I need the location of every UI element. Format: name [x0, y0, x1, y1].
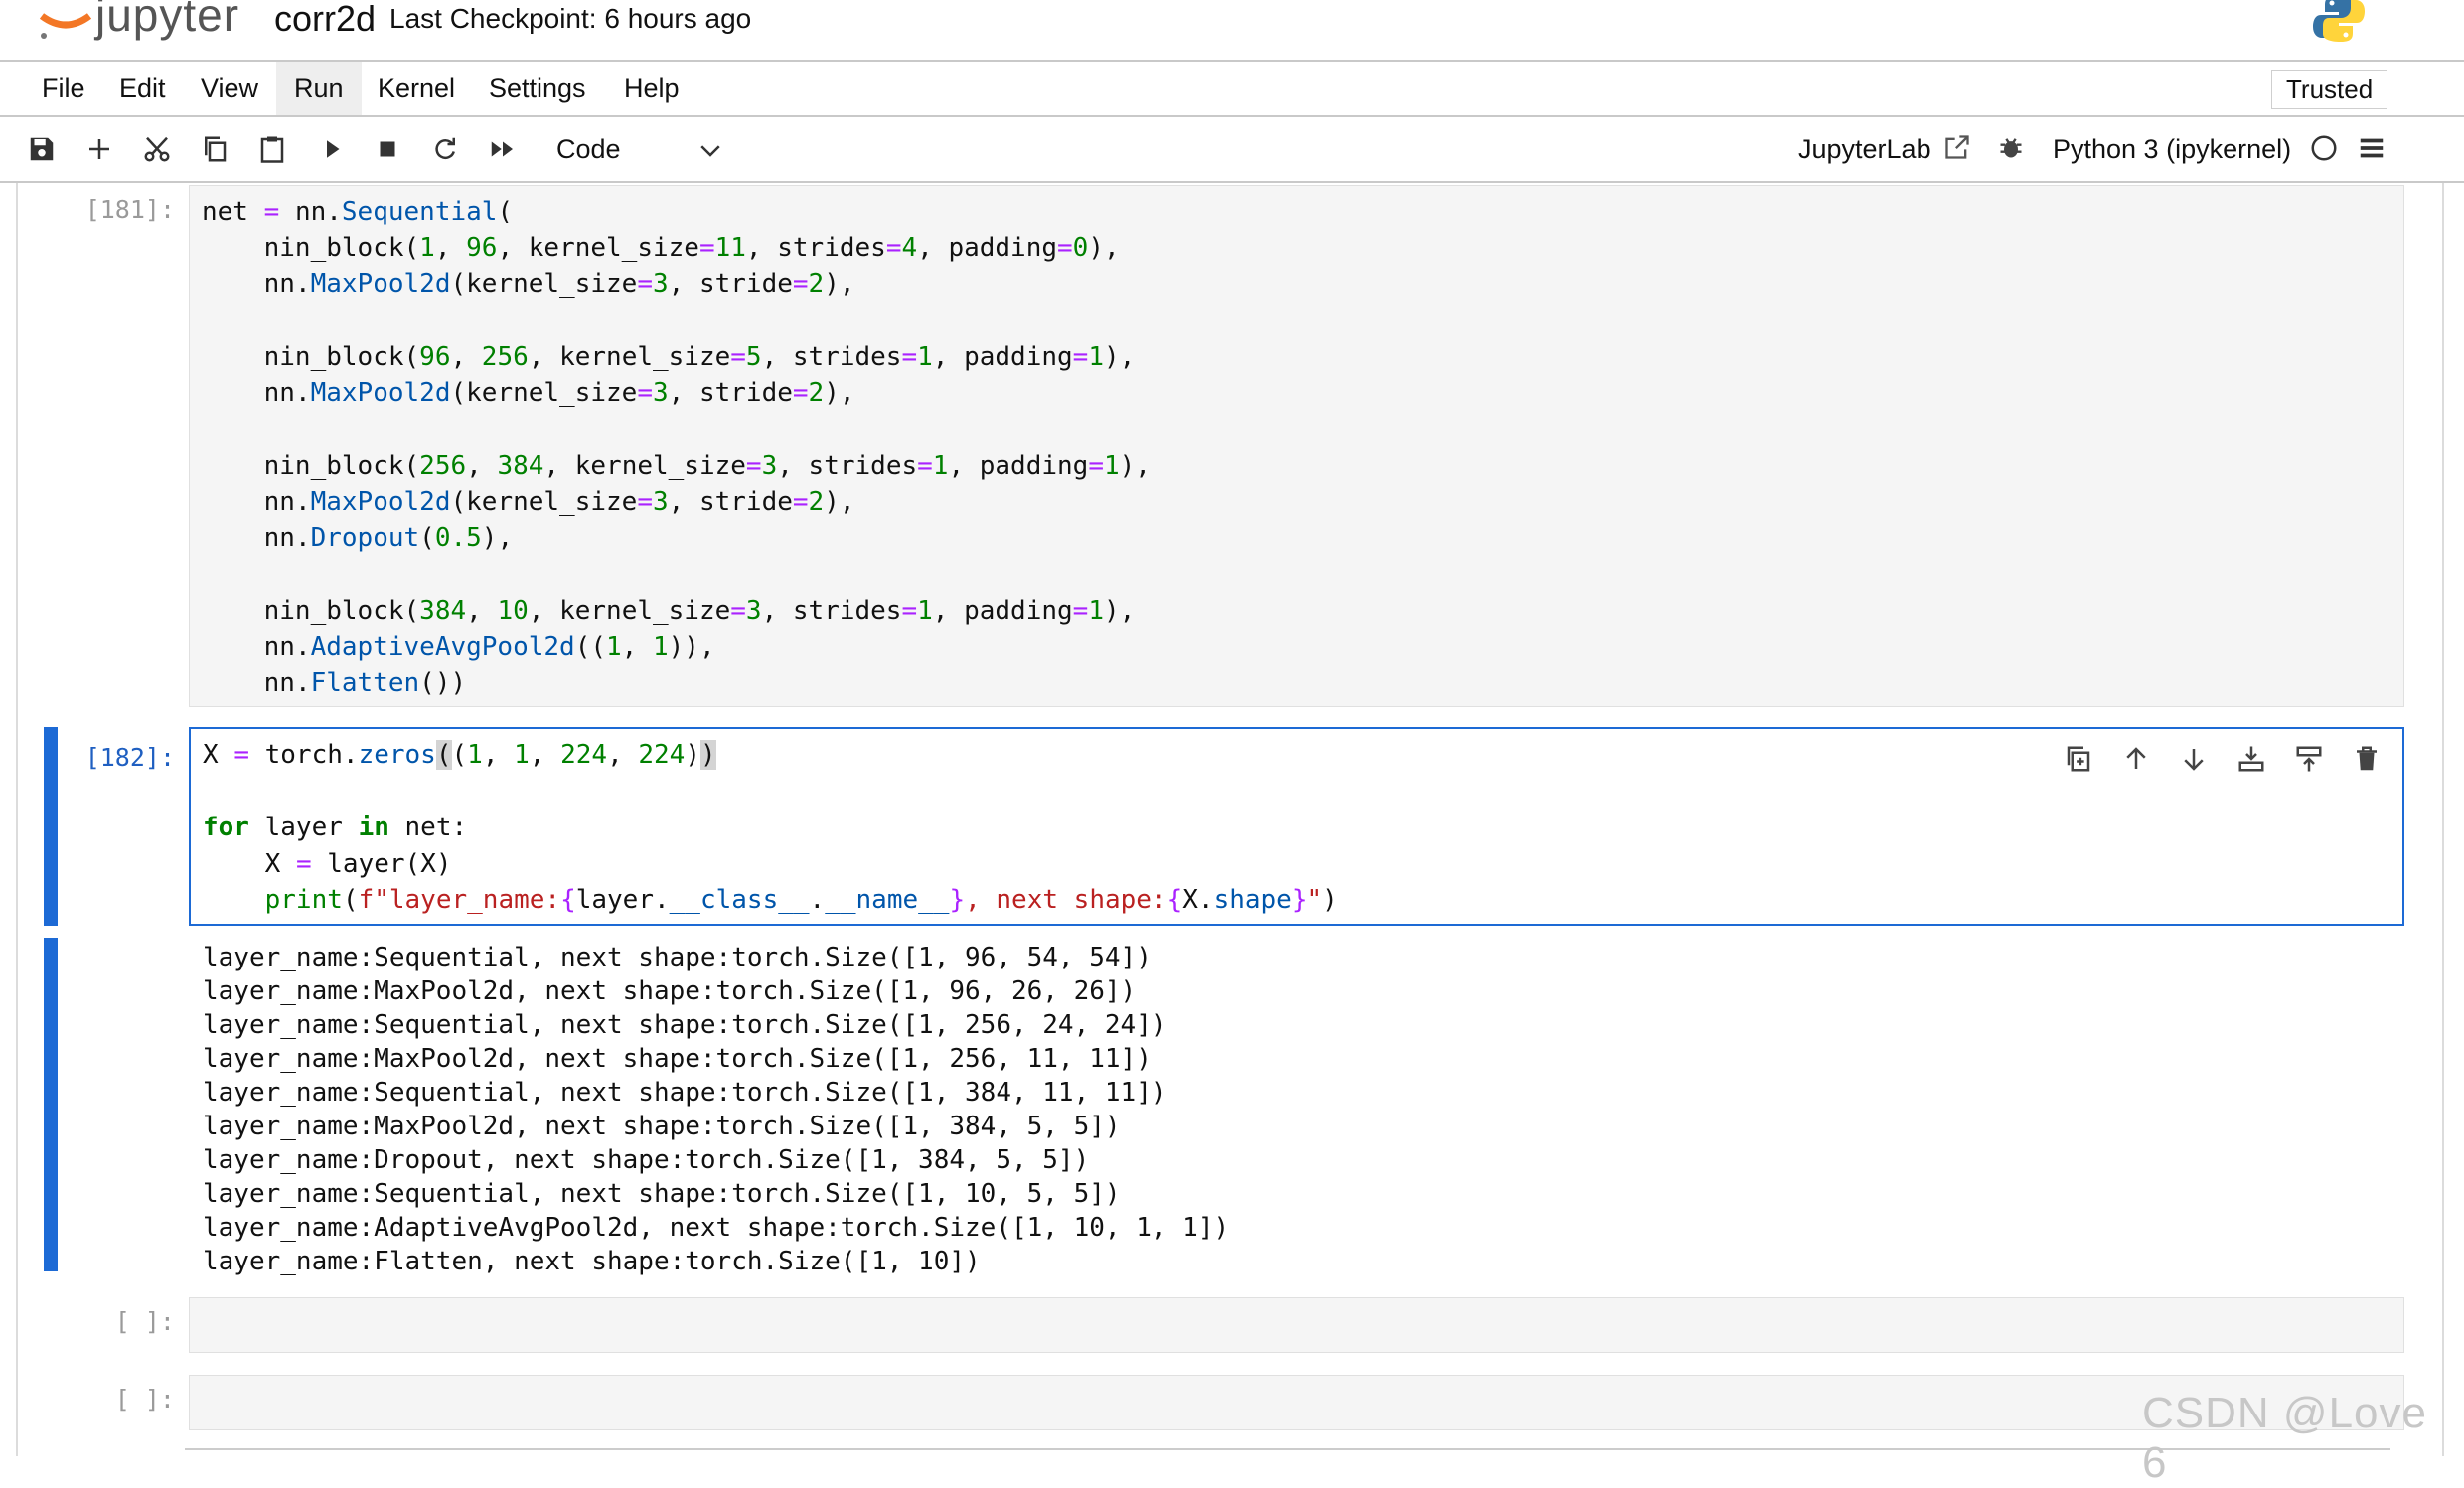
- stop-icon[interactable]: [368, 129, 407, 169]
- cell-output: layer_name:Sequential, next shape:torch.…: [203, 943, 1230, 1276]
- top-header: jupyter corr2d Last Checkpoint: 6 hours …: [0, 0, 2464, 62]
- menu-help[interactable]: Help: [606, 62, 697, 115]
- external-link-icon[interactable]: [1943, 133, 1971, 161]
- cell-prompt: [181]:: [84, 195, 175, 223]
- menu-file[interactable]: File: [24, 62, 103, 115]
- cut-icon[interactable]: [137, 129, 177, 169]
- code-editor[interactable]: net = nn.Sequential( nin_block(1, 96, ke…: [189, 185, 2404, 707]
- paste-icon[interactable]: [252, 129, 292, 169]
- jupyterlab-link[interactable]: JupyterLab: [1798, 129, 1931, 169]
- delete-icon[interactable]: [2347, 739, 2387, 779]
- insert-above-icon[interactable]: [2232, 739, 2271, 779]
- menu-icon[interactable]: [2357, 133, 2387, 163]
- save-icon[interactable]: [22, 129, 62, 169]
- code-text: net = nn.Sequential( nin_block(1, 96, ke…: [202, 197, 1151, 698]
- divider: [185, 1448, 2390, 1450]
- menu-view[interactable]: View: [183, 62, 276, 115]
- insert-below-icon[interactable]: [2289, 739, 2329, 779]
- menu-kernel[interactable]: Kernel: [360, 62, 473, 115]
- jupyter-logo-text: jupyter: [95, 0, 240, 41]
- menu-edit[interactable]: Edit: [101, 62, 184, 115]
- move-up-icon[interactable]: [2116, 739, 2156, 779]
- move-down-icon[interactable]: [2174, 739, 2214, 779]
- output-collapser[interactable]: [44, 938, 58, 1271]
- notebook-panel: [181]: net = nn.Sequential( nin_block(1,…: [16, 183, 2444, 1456]
- menu-bar: File Edit View Run Kernel Settings Help …: [0, 62, 2464, 117]
- chevron-down-icon[interactable]: [695, 135, 725, 165]
- kernel-status-icon: [2311, 135, 2337, 161]
- restart-icon[interactable]: [425, 129, 465, 169]
- fast-forward-icon[interactable]: [483, 129, 523, 169]
- code-editor-active[interactable]: X = torch.zeros((1, 1, 224, 224)) for la…: [189, 727, 2404, 926]
- cell-prompt: [ ]:: [114, 1385, 175, 1414]
- cell-type-select[interactable]: Code: [556, 129, 621, 169]
- menu-run[interactable]: Run: [276, 62, 362, 115]
- jupyter-logo-icon[interactable]: [36, 0, 95, 46]
- notebook-toolbar: Code JupyterLab Python 3 (ipykernel): [0, 117, 2464, 183]
- cell-prompt: [ ]:: [114, 1307, 175, 1336]
- cell-prompt: [182]:: [84, 743, 175, 772]
- code-editor[interactable]: [189, 1297, 2404, 1353]
- duplicate-icon[interactable]: [2059, 739, 2098, 779]
- menu-settings[interactable]: Settings: [471, 62, 604, 115]
- python-logo-icon: [2313, 0, 2365, 42]
- copy-icon[interactable]: [195, 129, 234, 169]
- watermark: CSDN @Love 6: [2142, 1389, 2427, 1487]
- notebook-name[interactable]: corr2d: [274, 0, 376, 40]
- code-editor[interactable]: [189, 1375, 2404, 1430]
- checkpoint-status: Last Checkpoint: 6 hours ago: [389, 3, 752, 34]
- add-cell-icon[interactable]: [79, 129, 119, 169]
- run-icon[interactable]: [312, 129, 352, 169]
- debugger-icon[interactable]: [1997, 133, 2025, 161]
- kernel-name[interactable]: Python 3 (ipykernel): [2053, 129, 2291, 169]
- trusted-indicator[interactable]: Trusted: [2271, 70, 2388, 109]
- cell-toolbar: [2059, 739, 2387, 779]
